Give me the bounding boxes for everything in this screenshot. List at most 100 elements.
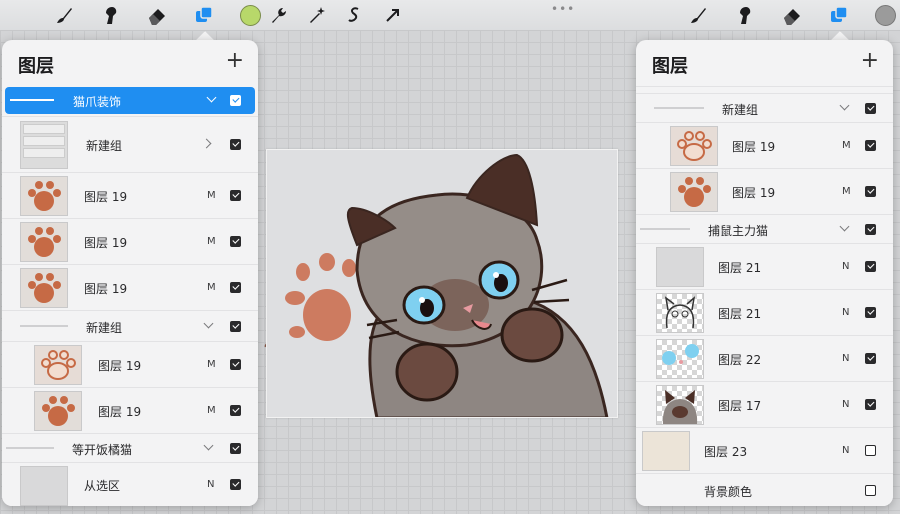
layer-row[interactable]: 图层 19 M [636, 168, 893, 214]
blend-mode[interactable]: M [207, 405, 216, 416]
layers-icon[interactable] [827, 4, 851, 26]
more-options-icon[interactable]: ••• [551, 2, 575, 16]
group-line [10, 99, 54, 101]
chevron-down-icon[interactable] [203, 318, 214, 329]
blend-mode[interactable]: N [842, 261, 849, 272]
visibility-checkbox[interactable] [865, 103, 876, 114]
layer-row[interactable]: 图层 21 N [636, 243, 893, 289]
visibility-checkbox[interactable] [865, 224, 876, 235]
layer-thumbnail [670, 172, 718, 212]
layer-row[interactable]: 图层 19 M [2, 341, 258, 387]
visibility-checkbox[interactable] [865, 307, 876, 318]
paw-print-icon [678, 177, 711, 207]
layer-row[interactable]: 图层 22 N [636, 335, 893, 381]
eraser-icon[interactable] [145, 4, 169, 26]
visibility-checkbox[interactable] [865, 353, 876, 364]
blend-mode[interactable]: N [842, 445, 849, 456]
blend-mode[interactable]: M [207, 359, 216, 370]
visibility-checkbox[interactable] [230, 190, 241, 201]
visibility-checkbox[interactable] [230, 282, 241, 293]
blend-mode[interactable]: M [207, 282, 216, 293]
blend-mode[interactable]: N [207, 479, 214, 490]
visibility-checkbox[interactable] [865, 399, 876, 410]
visibility-checkbox[interactable] [865, 485, 876, 496]
layer-row[interactable]: 图层 23 N [636, 427, 893, 473]
layer-name: 图层 19 [732, 186, 776, 200]
blend-mode[interactable]: N [842, 399, 849, 410]
visibility-checkbox[interactable] [230, 479, 241, 490]
color-swatch-circle [239, 4, 261, 26]
chevron-down-icon[interactable] [206, 92, 217, 103]
group-line [20, 325, 68, 327]
chevron-down-icon[interactable] [839, 100, 850, 111]
layer-row[interactable]: 新建组 [2, 310, 258, 341]
layer-row-partial [636, 86, 893, 93]
layers-icon[interactable] [192, 4, 216, 26]
layer-row[interactable]: 背景颜色 [636, 473, 893, 506]
layer-row[interactable]: 从选区 N [2, 462, 258, 506]
visibility-checkbox[interactable] [865, 445, 876, 456]
layer-row[interactable]: 等开饭橘猫 [2, 433, 258, 462]
visibility-checkbox[interactable] [865, 261, 876, 272]
group-line [6, 447, 54, 449]
chevron-down-icon[interactable] [203, 440, 214, 451]
layer-row[interactable]: 图层 19 M [2, 387, 258, 433]
blend-mode[interactable]: N [842, 353, 849, 364]
color-swatch[interactable] [238, 4, 262, 26]
smudge-icon[interactable] [733, 4, 757, 26]
visibility-checkbox[interactable] [230, 236, 241, 247]
layer-row[interactable]: 图层 21 N [636, 289, 893, 335]
chevron-right-icon[interactable] [201, 138, 212, 149]
layer-row[interactable]: 猫爪装饰 [5, 87, 255, 114]
layer-thumbnail [656, 339, 704, 379]
layer-name: 新建组 [722, 103, 759, 117]
layer-row[interactable]: 新建组 [636, 93, 893, 122]
visibility-checkbox[interactable] [865, 140, 876, 151]
blend-mode[interactable]: M [207, 190, 216, 201]
layer-row[interactable]: 图层 19 M [2, 218, 258, 264]
magic-wand-icon[interactable] [305, 4, 329, 26]
visibility-checkbox[interactable] [865, 186, 876, 197]
selection-icon[interactable] [343, 4, 367, 26]
eraser-icon[interactable] [780, 4, 804, 26]
visibility-checkbox[interactable] [230, 95, 241, 106]
visibility-checkbox[interactable] [230, 139, 241, 150]
smudge-icon[interactable] [99, 4, 123, 26]
group-line [640, 228, 690, 230]
paw-print-icon [28, 181, 61, 211]
layer-row[interactable]: 新建组 [2, 116, 258, 172]
brush-icon[interactable] [52, 4, 76, 26]
visibility-checkbox[interactable] [230, 405, 241, 416]
layer-name: 图层 19 [84, 282, 128, 296]
layer-name: 猫爪装饰 [73, 95, 122, 109]
wrench-icon[interactable] [266, 4, 290, 26]
paw-print-icon [28, 273, 61, 303]
layer-row[interactable]: 图层 19 M [2, 264, 258, 310]
blend-mode[interactable]: N [842, 307, 849, 318]
visibility-checkbox[interactable] [230, 443, 241, 454]
layer-thumbnail [656, 293, 704, 333]
add-layer-button[interactable]: + [226, 50, 244, 72]
layer-thumbnail [34, 345, 82, 385]
layer-row[interactable]: 图层 19 M [2, 172, 258, 218]
cat-color-icon [662, 390, 698, 424]
layer-name: 新建组 [86, 321, 123, 335]
chevron-down-icon[interactable] [839, 221, 850, 232]
brush-icon[interactable] [686, 4, 710, 26]
transform-icon[interactable] [381, 4, 405, 26]
blend-mode[interactable]: M [207, 236, 216, 247]
layer-name: 图层 19 [84, 236, 128, 250]
color-swatch[interactable] [873, 4, 897, 26]
blue-eyes-icon [662, 344, 699, 365]
layer-row[interactable]: 图层 17 N [636, 381, 893, 427]
layer-name: 图层 19 [98, 359, 142, 373]
add-layer-button[interactable]: + [861, 50, 879, 72]
blend-mode[interactable]: M [842, 140, 851, 151]
visibility-checkbox[interactable] [230, 321, 241, 332]
layer-row[interactable]: 图层 19 M [636, 122, 893, 168]
blend-mode[interactable]: M [842, 186, 851, 197]
layer-row[interactable]: 捕鼠主力猫 [636, 214, 893, 243]
artboard[interactable] [266, 149, 618, 418]
visibility-checkbox[interactable] [230, 359, 241, 370]
panel-title: 图层 [18, 56, 54, 77]
